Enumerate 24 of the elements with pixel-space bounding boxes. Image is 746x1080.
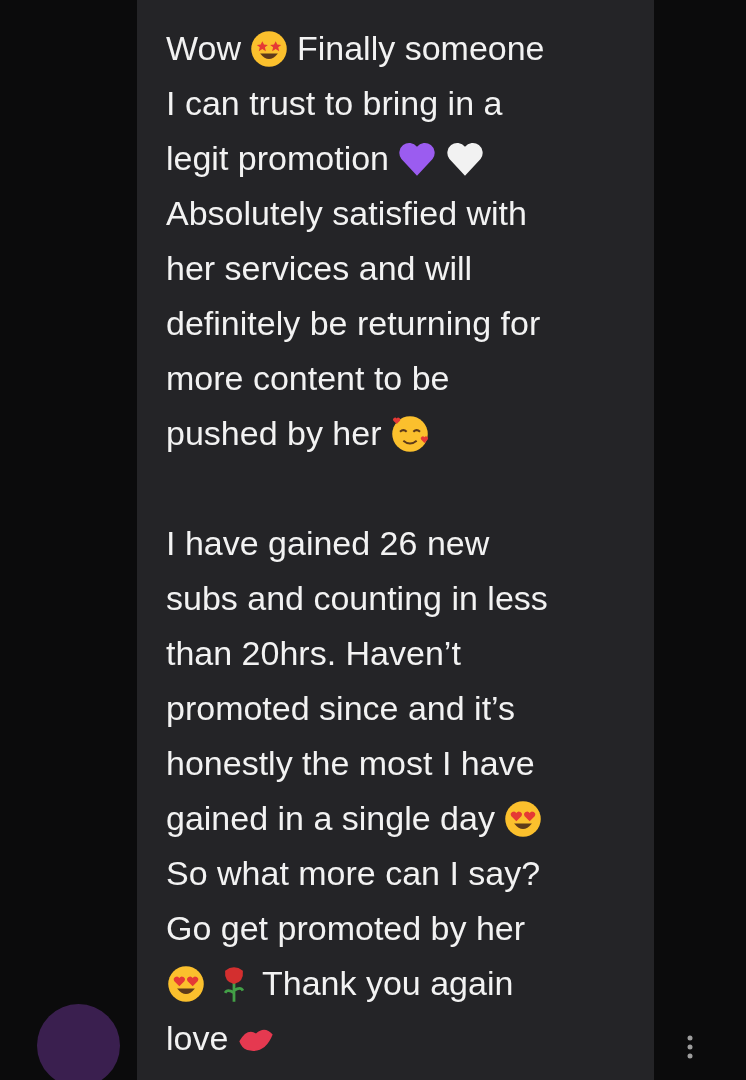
message-text: love — [166, 1018, 229, 1059]
heart-eyes-face-icon — [166, 963, 206, 1004]
message-text: honestly the most I have — [166, 743, 535, 784]
message-text: Thank you again — [262, 963, 514, 1004]
message-text: legit promotion — [166, 138, 389, 179]
message-text: I can trust to bring in a — [166, 83, 503, 124]
heart-eyes-face-icon — [502, 798, 543, 839]
message-text: Go get promoted by her — [166, 908, 526, 949]
message-text: pushed by her — [166, 413, 382, 454]
message-text: gained in a single day — [166, 798, 495, 839]
more-options-icon[interactable] — [685, 1034, 695, 1060]
message-text: promoted since and it’s — [166, 688, 515, 729]
message-text: subs and counting in less — [166, 578, 548, 619]
smiling-face-hearts-icon — [389, 413, 430, 454]
star-eyes-face-icon — [248, 28, 289, 69]
message-text: Finally someone — [296, 28, 545, 69]
message-text: Absolutely satisfied with — [166, 193, 527, 234]
message-text: her services and will — [166, 248, 473, 289]
message-text: definitely be returning for — [166, 303, 541, 344]
message-text: more content to be — [166, 358, 450, 399]
message-text: Wow — [166, 28, 241, 69]
message-text: So what more can I say? — [166, 853, 541, 894]
message-text: I have gained 26 new — [166, 523, 490, 564]
message-text: than 20hrs. Haven’t — [166, 633, 461, 674]
